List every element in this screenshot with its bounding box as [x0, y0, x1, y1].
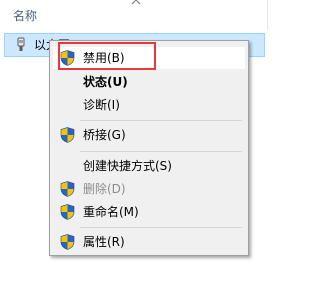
- column-header-name[interactable]: 名称: [13, 8, 37, 24]
- menu-item-label: 重命名(M): [83, 205, 139, 219]
- menu-item-delete: 删除(D): [53, 178, 245, 200]
- menu-item-disable[interactable]: 禁用(B): [53, 47, 245, 69]
- menu-item-bridge[interactable]: 桥接(G): [53, 124, 245, 146]
- menu-item-properties[interactable]: 属性(R): [53, 231, 245, 253]
- uac-shield-icon: [60, 204, 75, 220]
- context-menu: 禁用(B) 状态(U) 诊断(I) 桥接(G) 创建快捷方式(S) 删除(D) …: [49, 40, 249, 256]
- explorer-window: 名称 以太网 禁用(B) 状态(U) 诊断(I) 桥接(G) 创建快捷方式(S): [0, 0, 328, 300]
- menu-separator: [80, 120, 242, 121]
- menu-item-status[interactable]: 状态(U): [53, 71, 245, 93]
- uac-shield-icon: [60, 127, 75, 143]
- menu-item-label: 禁用(B): [83, 51, 125, 65]
- menu-item-label: 状态(U): [83, 75, 128, 89]
- chevron-up-icon[interactable]: [131, 0, 141, 6]
- menu-item-label: 属性(R): [83, 235, 125, 249]
- menu-item-diagnose[interactable]: 诊断(I): [53, 94, 245, 116]
- menu-item-label: 删除(D): [83, 182, 126, 196]
- menu-separator: [80, 151, 242, 152]
- menu-separator: [80, 227, 242, 228]
- menu-item-rename[interactable]: 重命名(M): [53, 201, 245, 223]
- column-divider[interactable]: [267, 0, 268, 30]
- uac-shield-icon: [60, 50, 75, 66]
- menu-item-create-shortcut[interactable]: 创建快捷方式(S): [53, 155, 245, 177]
- menu-item-label: 桥接(G): [83, 128, 126, 142]
- uac-shield-icon: [60, 234, 75, 250]
- menu-item-label: 诊断(I): [83, 98, 120, 112]
- network-adapter-icon: [17, 37, 25, 51]
- menu-item-label: 创建快捷方式(S): [83, 159, 172, 173]
- uac-shield-icon: [60, 181, 75, 197]
